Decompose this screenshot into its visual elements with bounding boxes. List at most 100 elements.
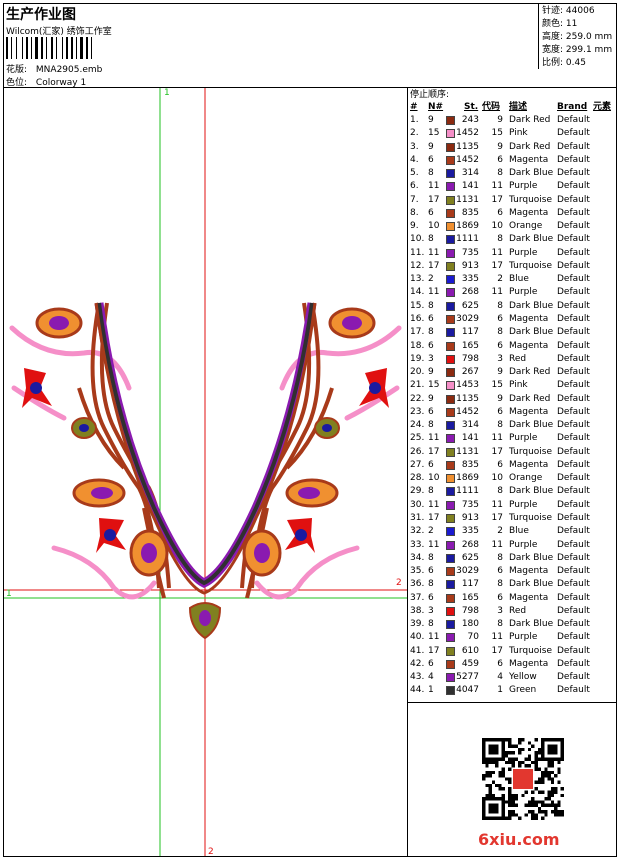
table-row: 20. 9 267 9 Dark Red Default [408, 366, 617, 379]
row-code: 8 [497, 234, 503, 245]
row-stitches: 1452 [456, 154, 479, 165]
row-description: Turquoise [509, 194, 553, 205]
row-description: Dark Blue [509, 420, 554, 431]
barcode [6, 37, 111, 59]
row-needle: 1 [428, 685, 434, 696]
barcode-bar [39, 37, 40, 59]
barcode-bar [26, 37, 28, 59]
row-needle: 8 [428, 420, 434, 431]
barcode-bar [84, 37, 85, 59]
row-stitches: 4047 [456, 685, 479, 696]
row-needle: 10 [428, 473, 440, 484]
row-needle: 11 [428, 499, 440, 510]
table-row: 25. 11 141 11 Purple Default [408, 432, 617, 445]
row-index: 27. [410, 459, 425, 470]
row-needle: 6 [428, 658, 434, 669]
row-needle: 6 [428, 406, 434, 417]
row-description: Magenta [509, 658, 549, 669]
row-code: 8 [497, 486, 503, 497]
row-index: 21. [410, 380, 425, 391]
row-brand: Default [557, 433, 590, 444]
row-needle: 3 [428, 353, 434, 364]
row-needle: 2 [428, 274, 434, 285]
row-index: 8. [410, 207, 419, 218]
row-needle: 6 [428, 340, 434, 351]
qr-code [482, 738, 564, 820]
row-brand: Default [557, 274, 590, 285]
row-brand: Default [557, 512, 590, 523]
row-index: 13. [410, 274, 425, 285]
row-description: Turquoise [509, 260, 553, 271]
row-brand: Default [557, 645, 590, 656]
row-description: Purple [509, 539, 538, 550]
table-bottom-divider [407, 702, 617, 703]
row-brand: Default [557, 194, 590, 205]
row-stitches: 798 [461, 605, 479, 616]
row-brand: Default [557, 221, 590, 232]
row-brand: Default [557, 566, 590, 577]
row-code: 17 [491, 260, 503, 271]
barcode-bar [76, 37, 77, 59]
design-file-line: 花版: MNA2905.emb [6, 62, 102, 75]
design-file-name: MNA2905.emb [35, 65, 103, 75]
barcode-bar [24, 37, 25, 59]
table-row: 6. 11 141 11 Purple Default [408, 180, 617, 193]
row-description: Green [509, 685, 537, 696]
row-index: 10. [410, 234, 425, 245]
row-index: 22. [410, 393, 425, 404]
row-description: Purple [509, 433, 538, 444]
row-brand: Default [557, 539, 590, 550]
row-needle: 2 [428, 526, 434, 537]
row-brand: Default [557, 473, 590, 484]
row-brand: Default [557, 168, 590, 179]
table-row: 32. 2 335 2 Blue Default [408, 525, 617, 538]
barcode-bar [91, 37, 92, 59]
row-stitches: 1111 [456, 486, 479, 497]
row-description: Turquoise [509, 446, 553, 457]
row-description: Magenta [509, 340, 549, 351]
row-description: Orange [509, 473, 543, 484]
row-brand: Default [557, 499, 590, 510]
row-description: Turquoise [509, 512, 553, 523]
row-stitches: 1452 [456, 406, 479, 417]
table-row: 19. 3 798 3 Red Default [408, 353, 617, 366]
row-needle: 17 [428, 260, 440, 271]
row-index: 7. [410, 194, 419, 205]
header-element: 元素 [593, 102, 612, 112]
row-description: Magenta [509, 459, 549, 470]
row-code: 9 [497, 115, 503, 125]
stop-sequence-table: 停止顺序: # N# St. 代码 描述 Brand 元素 1. 9 243 9 Dar… [408, 89, 617, 698]
row-code: 2 [497, 274, 503, 285]
row-index: 40. [410, 632, 425, 643]
row-code: 17 [491, 446, 503, 457]
row-index: 19. [410, 353, 425, 364]
row-code: 11 [491, 539, 503, 550]
row-description: Orange [509, 221, 543, 232]
barcode-bar [74, 37, 75, 59]
table-row: 18. 6 165 6 Magenta Default [408, 340, 617, 353]
row-code: 10 [491, 473, 503, 484]
row-index: 6. [410, 181, 419, 192]
barcode-bar [86, 37, 88, 59]
row-brand: Default [557, 486, 590, 497]
row-needle: 8 [428, 234, 434, 245]
table-row: 4. 6 1452 6 Magenta Default [408, 154, 617, 167]
row-description: Yellow [509, 672, 537, 683]
table-row: 9. 10 1869 10 Orange Default [408, 220, 617, 233]
row-description: Blue [509, 526, 529, 537]
row-brand: Default [557, 658, 590, 669]
row-needle: 8 [428, 168, 434, 179]
row-stitches: 1135 [456, 393, 479, 404]
row-description: Magenta [509, 406, 549, 417]
row-index: 18. [410, 340, 425, 351]
table-row: 22. 9 1135 9 Dark Red Default [408, 393, 617, 406]
table-row: 14. 11 268 11 Purple Default [408, 286, 617, 299]
stat-scale: 比例: 0.45 [542, 58, 586, 68]
barcode-bar [11, 37, 12, 59]
row-index: 35. [410, 566, 425, 577]
row-needle: 10 [428, 221, 440, 232]
row-index: 4. [410, 154, 419, 165]
table-row: 43. 4 5277 4 Yellow Default [408, 671, 617, 684]
table-row: 33. 11 268 11 Purple Default [408, 539, 617, 552]
barcode-bar [51, 37, 53, 59]
